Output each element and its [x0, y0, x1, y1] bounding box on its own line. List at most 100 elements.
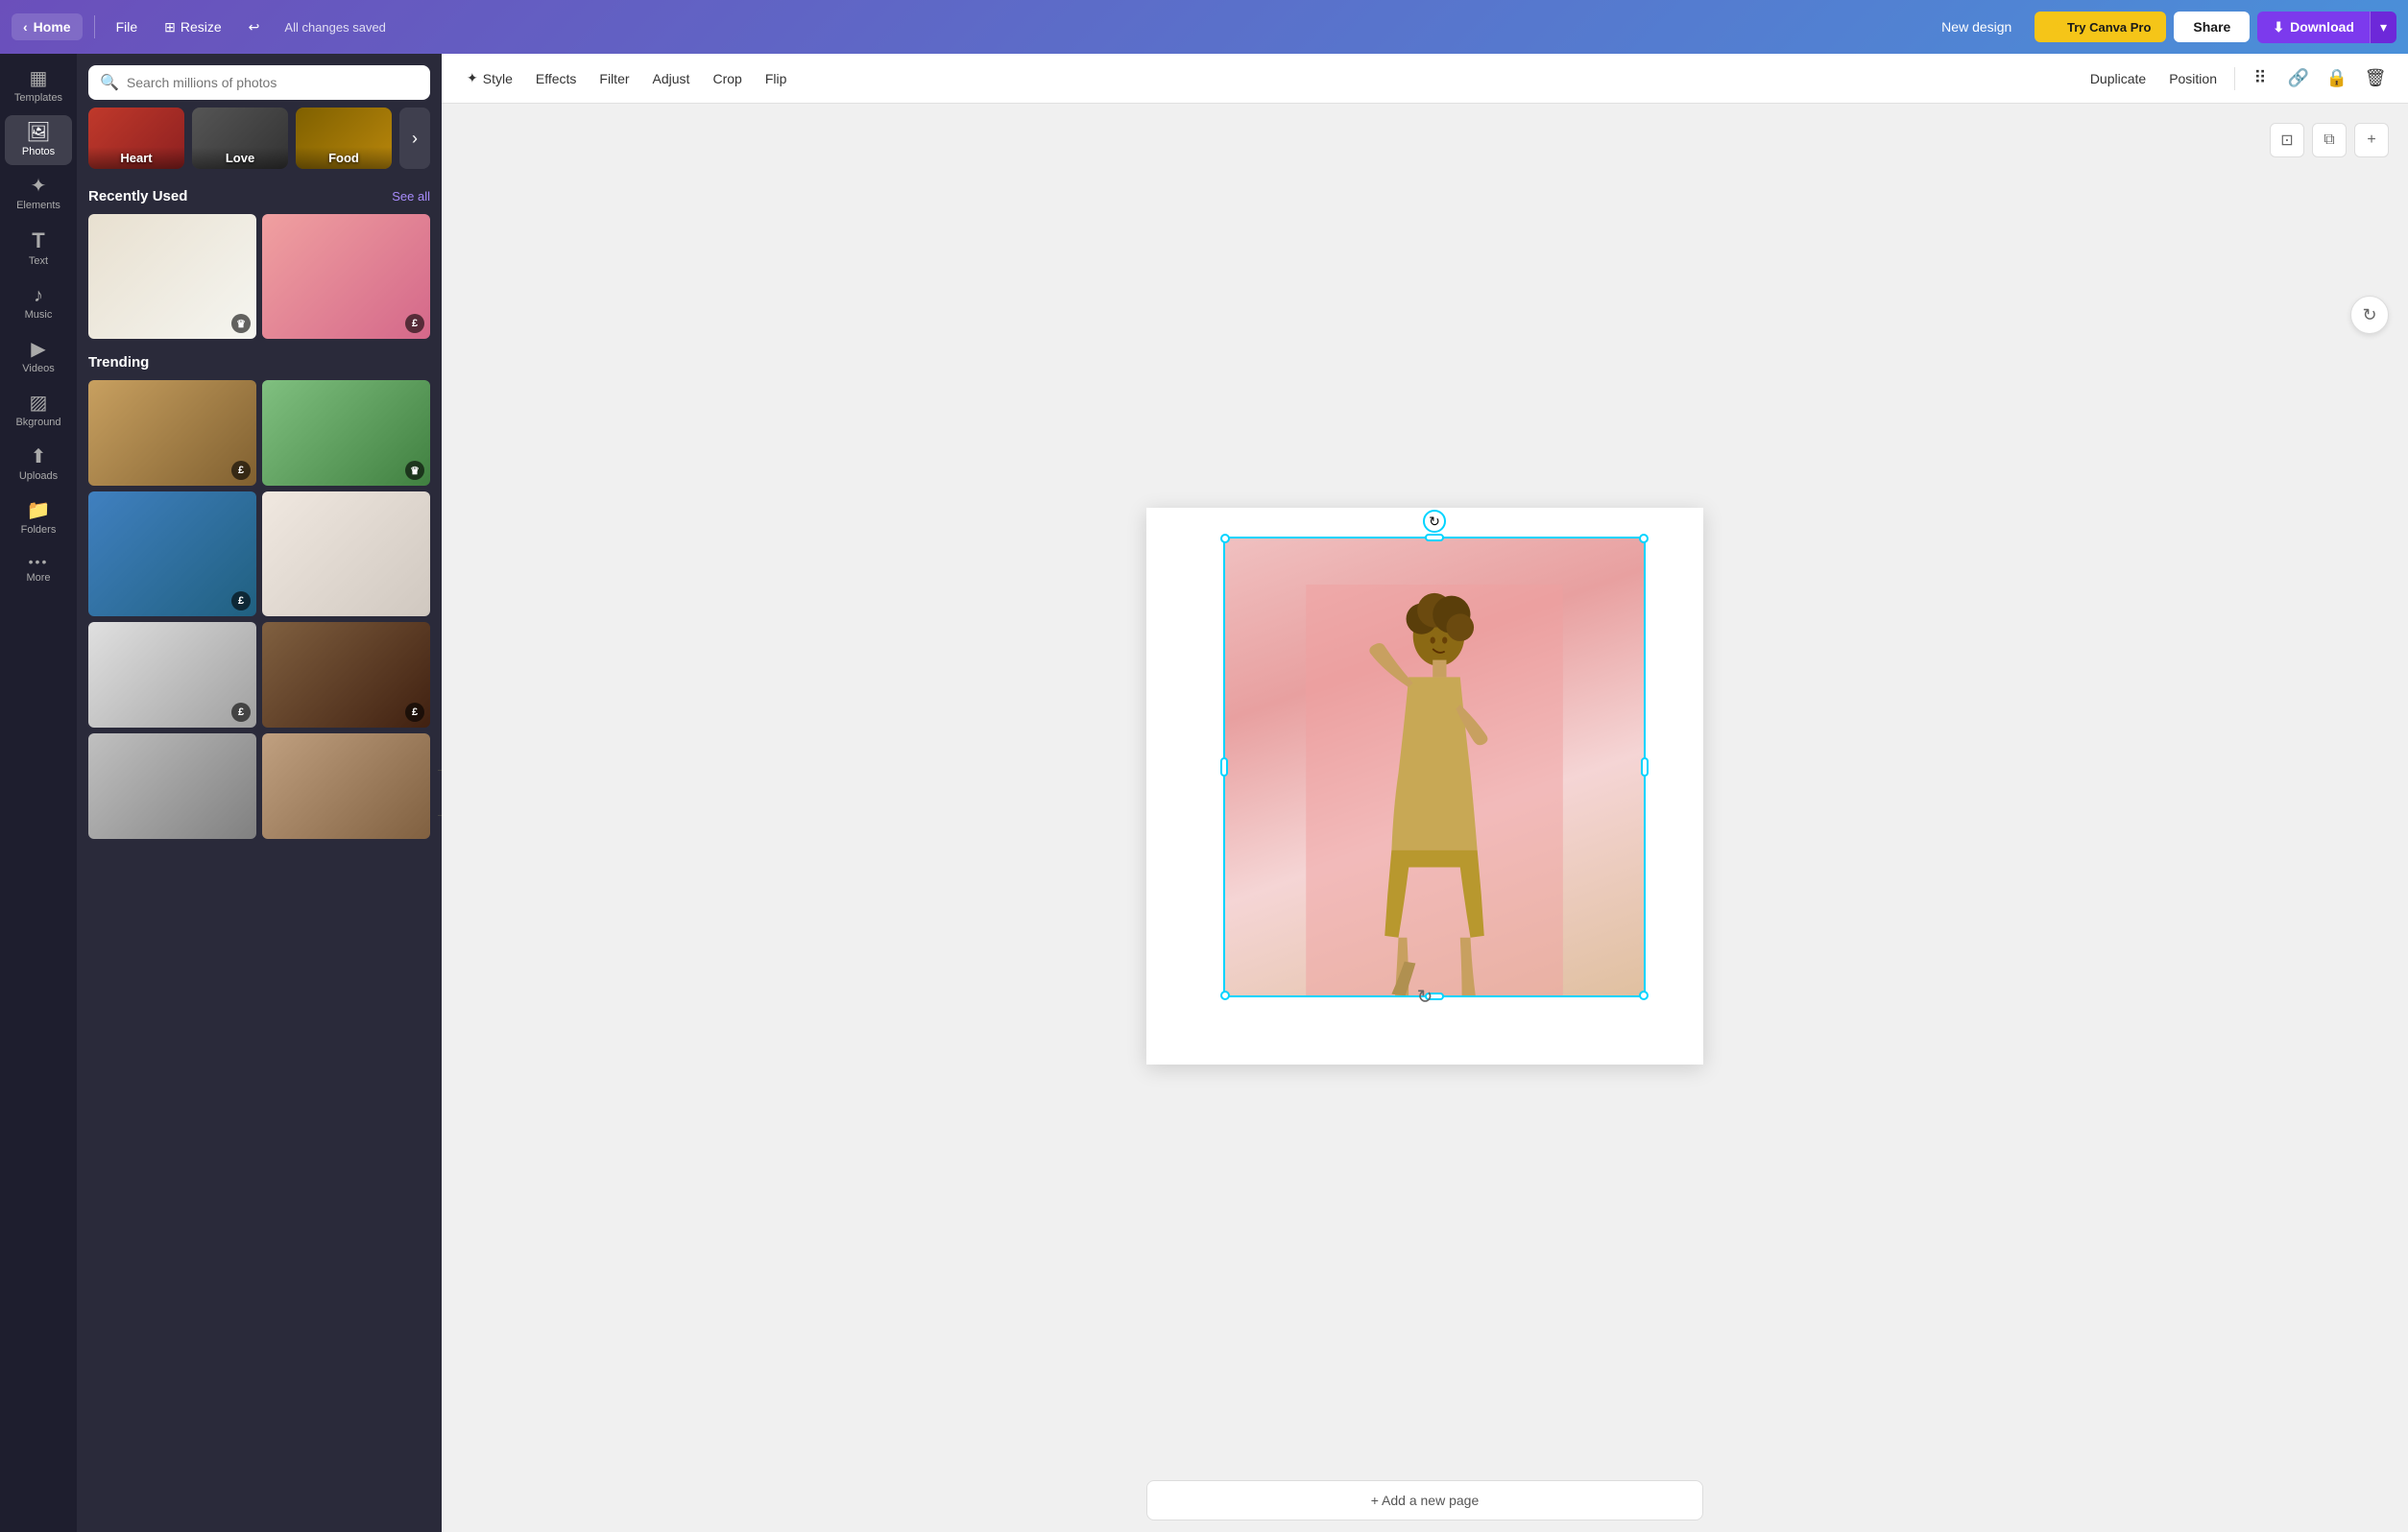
sidebar-item-text[interactable]: T Text	[5, 223, 72, 275]
flip-button[interactable]: Flip	[756, 65, 797, 92]
adjust-button[interactable]: Adjust	[643, 65, 700, 92]
videos-icon: ▶	[31, 340, 45, 359]
handle-top-center[interactable]	[1425, 534, 1444, 541]
category-chip-heart[interactable]: Heart	[88, 108, 184, 169]
sidebar-item-folders[interactable]: 📁 Folders	[5, 493, 72, 543]
photo-thumb-fireplace[interactable]: £	[262, 622, 430, 728]
sidebar-item-elements[interactable]: ✦ Elements	[5, 169, 72, 219]
search-bar: 🔍	[88, 65, 430, 100]
download-button[interactable]: ⬇ Download	[2257, 12, 2370, 43]
sidebar-item-music[interactable]: ♪ Music	[5, 278, 72, 328]
link-button[interactable]: 🔗	[2281, 61, 2316, 96]
add-new-page-button[interactable]: + Add a new page	[1146, 1480, 1703, 1520]
search-input[interactable]	[127, 75, 419, 90]
rotate-handle-top[interactable]: ↻	[1423, 510, 1446, 533]
templates-icon: ▦	[30, 69, 48, 88]
crop-button[interactable]: Crop	[703, 65, 751, 92]
top-navigation: ‹ Home File ⊞ Resize ↩ All changes saved…	[0, 0, 2408, 54]
refresh-image-button[interactable]: ↻	[2350, 296, 2389, 334]
handle-top-right[interactable]	[1639, 534, 1649, 543]
lock-button[interactable]: 🔒	[2320, 61, 2354, 96]
position-button[interactable]: Position	[2159, 65, 2227, 92]
panel-collapse-button[interactable]: ‹	[438, 770, 442, 816]
sidebar-item-uploads[interactable]: ⬆ Uploads	[5, 440, 72, 490]
share-button[interactable]: Share	[2174, 12, 2250, 42]
refresh-icon: ↻	[2362, 305, 2376, 325]
recently-used-grid: ♛ £	[88, 214, 430, 339]
recently-used-header: Recently Used See all	[88, 188, 430, 204]
woman-svg	[1306, 585, 1563, 995]
plus-icon: +	[2367, 132, 2375, 149]
home-button[interactable]: ‹ Home	[12, 13, 83, 40]
uploads-icon: ⬆	[31, 447, 47, 467]
try-pro-button[interactable]: ♛ Try Canva Pro	[2035, 12, 2166, 42]
photos-icon: 🖼	[26, 123, 50, 142]
handle-bottom-left[interactable]	[1220, 991, 1230, 1000]
copy-page-button[interactable]: ⊡	[2270, 123, 2304, 157]
photo-thumb-woman-white[interactable]	[262, 491, 430, 616]
recently-used-section: Recently Used See all ♛ £	[77, 180, 442, 347]
canvas-area: ⊡ ⧉ +	[442, 104, 2408, 1532]
style-icon: ✦	[467, 70, 478, 86]
photo-thumb-earth[interactable]: £	[88, 491, 256, 616]
grid-dots-button[interactable]: ⠿	[2243, 61, 2277, 96]
undo-icon: ↩	[249, 19, 260, 36]
handle-middle-right[interactable]	[1641, 757, 1649, 777]
sidebar-item-more[interactable]: ••• More	[5, 547, 72, 591]
photo-thumb-leaf[interactable]: ♛	[88, 214, 256, 339]
toolbar-divider	[2234, 67, 2235, 90]
undo-button[interactable]: ↩	[239, 13, 270, 41]
handle-bottom-right[interactable]	[1639, 991, 1649, 1000]
file-menu-button[interactable]: File	[107, 13, 148, 40]
delete-button[interactable]: 🗑	[2358, 61, 2393, 96]
add-page-top-button[interactable]: +	[2354, 123, 2389, 157]
duplicate-page-icon: ⧉	[2324, 132, 2334, 149]
handle-top-left[interactable]	[1220, 534, 1230, 543]
style-button[interactable]: ✦ Style	[457, 64, 522, 92]
chevron-down-icon: ▾	[2380, 19, 2387, 35]
category-chip-love[interactable]: Love	[192, 108, 288, 169]
photo-badge-pound: £	[405, 314, 424, 333]
search-icon: 🔍	[100, 73, 119, 92]
image-content	[1225, 539, 1644, 995]
photo-thumb-picnic[interactable]: ♛	[262, 380, 430, 486]
selected-image-frame[interactable]: ↻	[1223, 537, 1646, 997]
photo-badge-pound-4: £	[405, 703, 424, 722]
photo-badge-crown-1: ♛	[405, 461, 424, 480]
photo-thumb-man-apron[interactable]	[262, 733, 430, 839]
rotate-handle-bottom[interactable]: ↻	[1417, 985, 1433, 1009]
new-design-button[interactable]: New design	[1926, 12, 2027, 42]
sidebar-item-background[interactable]: ▨ Bkground	[5, 386, 72, 436]
background-icon: ▨	[30, 394, 48, 413]
crown-icon: ♛	[2050, 19, 2061, 35]
nav-divider	[94, 15, 95, 38]
photo-thumb-grid-pattern[interactable]	[88, 733, 256, 839]
scroll-right-arrow[interactable]: ›	[399, 108, 430, 169]
filter-button[interactable]: Filter	[590, 65, 638, 92]
sidebar-item-photos[interactable]: 🖼 Photos	[5, 115, 72, 165]
icon-sidebar: ▦ Templates 🖼 Photos ✦ Elements T Text ♪…	[0, 54, 77, 1532]
trending-grid: £ ♛ £ £ £	[88, 380, 430, 839]
more-icon: •••	[29, 555, 49, 568]
see-all-button[interactable]: See all	[392, 189, 430, 203]
canvas-viewport[interactable]: ⊡ ⧉ +	[442, 104, 2408, 1469]
sidebar-item-templates[interactable]: ▦ Templates	[5, 61, 72, 111]
duplicate-toolbar-button[interactable]: Duplicate	[2081, 65, 2155, 92]
photo-thumb-cooking[interactable]: £	[88, 380, 256, 486]
handle-middle-left[interactable]	[1220, 757, 1228, 777]
effects-button[interactable]: Effects	[526, 65, 587, 92]
editor-area: ✦ Style Effects Filter Adjust Crop Flip …	[442, 54, 2408, 1532]
category-chip-food[interactable]: Food	[296, 108, 392, 169]
download-chevron-button[interactable]: ▾	[2370, 12, 2396, 43]
folders-icon: 📁	[27, 501, 51, 520]
save-status: All changes saved	[284, 20, 386, 35]
sidebar-item-videos[interactable]: ▶ Videos	[5, 332, 72, 382]
duplicate-page-button[interactable]: ⧉	[2312, 123, 2347, 157]
canvas-top-actions: ⊡ ⧉ +	[2270, 123, 2389, 157]
main-layout: ▦ Templates 🖼 Photos ✦ Elements T Text ♪…	[0, 54, 2408, 1532]
resize-icon: ⊞	[164, 19, 176, 36]
photo-thumb-flowers[interactable]: £	[262, 214, 430, 339]
resize-button[interactable]: ⊞ Resize	[155, 13, 231, 41]
photo-thumb-sink[interactable]: £	[88, 622, 256, 728]
music-icon: ♪	[34, 286, 43, 305]
